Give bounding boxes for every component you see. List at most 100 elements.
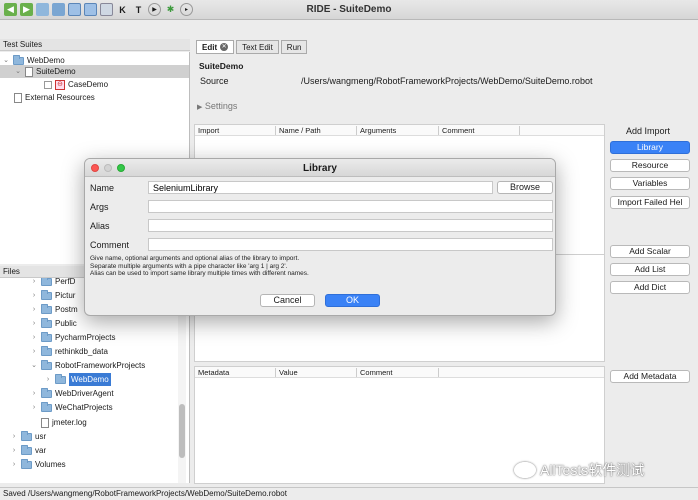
file-item[interactable]: › Pictur [30, 289, 75, 302]
file-icon [25, 66, 33, 77]
file-item[interactable]: ⌄ RobotFrameworkProjects [30, 359, 145, 372]
chevron-right-icon[interactable]: › [30, 345, 38, 358]
chevron-right-icon[interactable]: › [30, 317, 38, 330]
comment-label: Comment [90, 240, 130, 250]
alias-label: Alias [90, 221, 110, 231]
file-icon [14, 92, 22, 103]
tab-edit[interactable]: Edit ✕ [196, 40, 235, 54]
watermark: AllTests软件测试 [514, 460, 644, 480]
chevron-right-icon[interactable]: › [30, 401, 38, 414]
file-item[interactable]: › Postm [30, 303, 78, 316]
tree-item-casedemo[interactable]: ⊖ CaseDemo [44, 78, 108, 91]
resource-button[interactable]: Resource [610, 159, 690, 172]
dialog-title: Library [303, 163, 337, 174]
column-header-value: Value [279, 368, 298, 377]
tab-run[interactable]: Run [280, 40, 308, 54]
add-scalar-button[interactable]: Add Scalar [610, 245, 690, 258]
cancel-button[interactable]: Cancel [260, 294, 315, 307]
file-item[interactable]: › Volumes [10, 458, 66, 471]
library-dialog: Library Name Browse Args Alias Comment G… [84, 158, 556, 316]
file-item[interactable]: › rethinkdb_data [30, 345, 108, 358]
chevron-right-icon[interactable]: › [10, 458, 18, 471]
test-suites-header: Test Suites [0, 39, 190, 51]
import-table-header: Import Name / Path Arguments Comment [195, 125, 604, 136]
file-item[interactable]: › PerfD [30, 278, 75, 288]
tree-item-suitedemo[interactable]: ⌄ SuiteDemo [0, 65, 189, 78]
file-item[interactable]: jmeter.log [30, 416, 87, 429]
suite-name: SuiteDemo [199, 61, 244, 71]
metadata-table-header: Metadata Value Comment [195, 367, 604, 378]
chevron-right-icon[interactable]: › [10, 444, 18, 457]
name-input[interactable] [148, 181, 493, 194]
variables-button[interactable]: Variables [610, 177, 690, 190]
folder-icon [55, 373, 66, 384]
file-item[interactable]: › WeChatProjects [30, 401, 113, 414]
status-bar: Saved /Users/wangmeng/RobotFrameworkProj… [0, 487, 698, 500]
folder-icon [41, 387, 52, 398]
wechat-icon [514, 462, 536, 478]
scrollbar-thumb[interactable] [179, 404, 185, 458]
column-header-metadata: Metadata [198, 368, 230, 377]
comment-input[interactable] [148, 238, 553, 251]
help-text: Give name, optional arguments and option… [90, 255, 309, 277]
add-dict-button[interactable]: Add Dict [610, 281, 690, 294]
source-path: /Users/wangmeng/RobotFrameworkProjects/W… [301, 76, 593, 86]
add-metadata-button[interactable]: Add Metadata [610, 370, 690, 383]
chevron-right-icon[interactable]: › [30, 303, 38, 316]
folder-icon [41, 303, 52, 314]
file-item[interactable]: › PycharmProjects [30, 331, 115, 344]
close-icon[interactable]: ✕ [220, 43, 229, 51]
alias-input[interactable] [148, 219, 553, 232]
folder-icon [41, 278, 52, 286]
column-header-arguments: Arguments [360, 126, 397, 135]
folder-icon [41, 331, 52, 342]
chevron-down-icon[interactable]: ⌄ [30, 359, 38, 372]
folder-icon [41, 345, 52, 356]
testcase-checkbox[interactable] [44, 80, 52, 89]
folder-icon [41, 289, 52, 300]
file-item[interactable]: › WebDriverAgent [30, 387, 114, 400]
import-failed-help-button[interactable]: Import Failed Hel [610, 196, 690, 209]
browse-button[interactable]: Browse [497, 181, 553, 194]
column-header-comment: Comment [360, 368, 393, 377]
chevron-right-icon[interactable]: › [30, 278, 38, 288]
tree-item-external-resources[interactable]: External Resources [14, 91, 95, 104]
folder-icon [21, 430, 32, 441]
name-label: Name [90, 183, 115, 193]
library-button[interactable]: Library [610, 141, 690, 154]
ok-button[interactable]: OK [325, 294, 380, 307]
add-list-button[interactable]: Add List [610, 263, 690, 276]
chevron-right-icon: ▶ [197, 104, 203, 111]
file-item[interactable]: › Public [30, 317, 77, 330]
testcase-icon: ⊖ [55, 79, 65, 90]
editor-tabs: Edit ✕ Text Edit Run [196, 40, 308, 54]
args-input[interactable] [148, 200, 553, 213]
column-header-name-path: Name / Path [279, 126, 321, 135]
column-header-comment: Comment [442, 126, 475, 135]
tab-text-edit[interactable]: Text Edit [236, 40, 279, 54]
chevron-right-icon[interactable]: › [30, 387, 38, 400]
settings-toggle[interactable]: ▶ Settings [197, 101, 237, 111]
folder-icon [13, 54, 24, 65]
folder-icon [41, 317, 52, 328]
folder-icon [41, 401, 52, 412]
folder-icon [41, 359, 52, 370]
args-label: Args [90, 202, 109, 212]
window-title: RIDE - SuiteDemo [306, 4, 392, 15]
dialog-title-bar: Library [85, 159, 555, 177]
chevron-right-icon[interactable]: › [30, 331, 38, 344]
chevron-down-icon[interactable]: ⌄ [14, 65, 22, 78]
file-item-selected[interactable]: › WebDemo [44, 373, 111, 386]
column-header-import: Import [198, 126, 220, 135]
add-import-label: Add Import [626, 126, 671, 136]
window-title-bar: ◀ ▶ K T ▶ ✱ ▸ RIDE - SuiteDemo [0, 0, 698, 20]
file-item[interactable]: › var [10, 444, 46, 457]
chevron-right-icon[interactable]: › [44, 373, 52, 386]
chevron-right-icon[interactable]: › [30, 289, 38, 302]
chevron-right-icon[interactable]: › [10, 430, 18, 443]
folder-icon [21, 458, 32, 469]
folder-icon [21, 444, 32, 455]
source-label: Source [200, 76, 229, 86]
file-icon [41, 417, 49, 428]
file-item[interactable]: › usr [10, 430, 46, 443]
